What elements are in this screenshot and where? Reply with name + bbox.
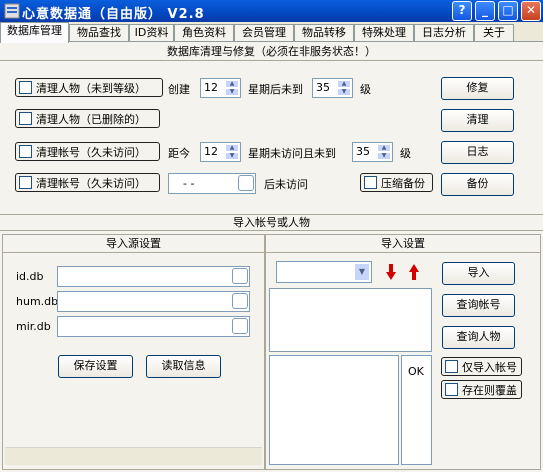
compress-backup-checkbox[interactable]: 压缩备份 [360, 173, 433, 192]
weeks-no-visit-label: 星期未访问且未到 [248, 147, 336, 160]
weeks-not-reach-label: 星期后未到 [248, 83, 303, 96]
move-up-icon[interactable] [408, 263, 420, 281]
date-picker[interactable]: - - [168, 173, 256, 194]
clean-char-deleted-checkbox[interactable]: 清理人物（已删除的） [15, 109, 160, 128]
level-unit-label: 级 [360, 83, 371, 96]
clean-char-level-checkbox[interactable]: 清理人物（未到等级） [15, 78, 163, 97]
level-spinner-1[interactable]: 35 ▲ ▼ [312, 78, 353, 98]
tab-id-info[interactable]: ID资料 [129, 24, 174, 42]
clean-button[interactable]: 清理 [441, 109, 514, 132]
tab-item-transfer[interactable]: 物品转移 [294, 24, 354, 42]
mir-db-label: mir.db [16, 320, 51, 333]
after-no-visit-label: 后未访问 [264, 178, 308, 191]
clean-account-date-checkbox[interactable]: 清理帐号（久未访问） [15, 173, 160, 192]
query-character-button[interactable]: 查询人物 [442, 326, 515, 349]
import-settings-title: 导入设置 [266, 235, 540, 253]
minimize-button[interactable]: _ [475, 1, 495, 21]
id-db-label: id.db [16, 270, 44, 283]
import-status-box: OK [401, 355, 432, 465]
hum-db-label: hum.db [16, 295, 59, 308]
chevron-down-icon[interactable]: ▼ [354, 263, 370, 281]
tab-member[interactable]: 会员管理 [234, 24, 294, 42]
since-label: 距今 [168, 147, 190, 160]
app-icon [4, 3, 20, 19]
import-button[interactable]: 导入 [442, 262, 515, 285]
overwrite-existing-checkbox[interactable]: 存在则覆盖 [441, 380, 522, 399]
query-account-button[interactable]: 查询帐号 [442, 294, 515, 317]
import-list-bottom[interactable] [269, 355, 399, 465]
backup-button[interactable]: 备份 [441, 173, 514, 196]
maximize-button[interactable]: □ [498, 1, 518, 21]
status-bar [5, 447, 262, 465]
level-spinner-2[interactable]: 35 ▲ ▼ [352, 142, 393, 162]
read-info-button[interactable]: 读取信息 [146, 355, 221, 378]
tab-about[interactable]: 关于 [474, 24, 514, 42]
import-source-group: 导入源设置 id.db hum.db mir.db 保存设置 读取信息 [2, 234, 265, 470]
repair-button[interactable]: 修复 [441, 77, 514, 100]
hum-db-browse-icon[interactable] [232, 293, 248, 309]
tab-item-search[interactable]: 物品查找 [69, 24, 129, 42]
id-db-browse-icon[interactable] [232, 268, 248, 284]
import-list-top[interactable] [269, 288, 432, 352]
import-header: 导入帐号或人物 [0, 214, 543, 231]
tab-database[interactable]: 数据库管理 [0, 22, 69, 43]
import-settings-group: 导入设置 ▼ OK 导入 查询帐号 查询人物 仅导入帐号 存在则覆盖 [265, 234, 541, 470]
tab-log-analysis[interactable]: 日志分析 [414, 24, 474, 42]
mir-db-field[interactable] [57, 316, 250, 337]
title-bar: 心意数据通（自由版） V2.8 ? _ □ ✕ [0, 0, 543, 22]
tab-special[interactable]: 特殊处理 [354, 24, 414, 42]
database-pane: 数据库清理与修复（必须在非服务状态！） 清理人物（未到等级） 创建 12 ▲ ▼ … [0, 41, 543, 472]
window-title: 心意数据通（自由版） V2.8 [22, 7, 205, 22]
level-unit-label-2: 级 [400, 147, 411, 160]
create-label: 创建 [168, 83, 190, 96]
clean-account-level-checkbox[interactable]: 清理帐号（久未访问） [15, 142, 160, 161]
cleanup-header: 数据库清理与修复（必须在非服务状态！） [0, 44, 543, 61]
mir-db-browse-icon[interactable] [232, 318, 248, 334]
move-down-icon[interactable] [385, 263, 397, 281]
hum-db-field[interactable] [57, 291, 250, 312]
tab-role-info[interactable]: 角色资料 [174, 24, 234, 42]
weeks-spinner-1[interactable]: 12 ▲ ▼ [200, 78, 241, 98]
import-type-select[interactable]: ▼ [276, 261, 372, 283]
only-import-account-checkbox[interactable]: 仅导入帐号 [441, 357, 522, 376]
save-settings-button[interactable]: 保存设置 [58, 355, 133, 378]
help-button[interactable]: ? [452, 1, 472, 21]
close-button[interactable]: ✕ [521, 1, 541, 21]
log-button[interactable]: 日志 [441, 141, 514, 164]
id-db-field[interactable] [57, 266, 250, 287]
import-source-title: 导入源设置 [3, 235, 264, 253]
weeks-spinner-2[interactable]: 12 ▲ ▼ [200, 142, 241, 162]
ok-label: OK [408, 365, 424, 378]
tab-bar: 数据库管理 物品查找 ID资料 角色资料 会员管理 物品转移 特殊处理 日志分析… [0, 22, 543, 43]
date-dropdown-icon[interactable] [238, 175, 254, 191]
